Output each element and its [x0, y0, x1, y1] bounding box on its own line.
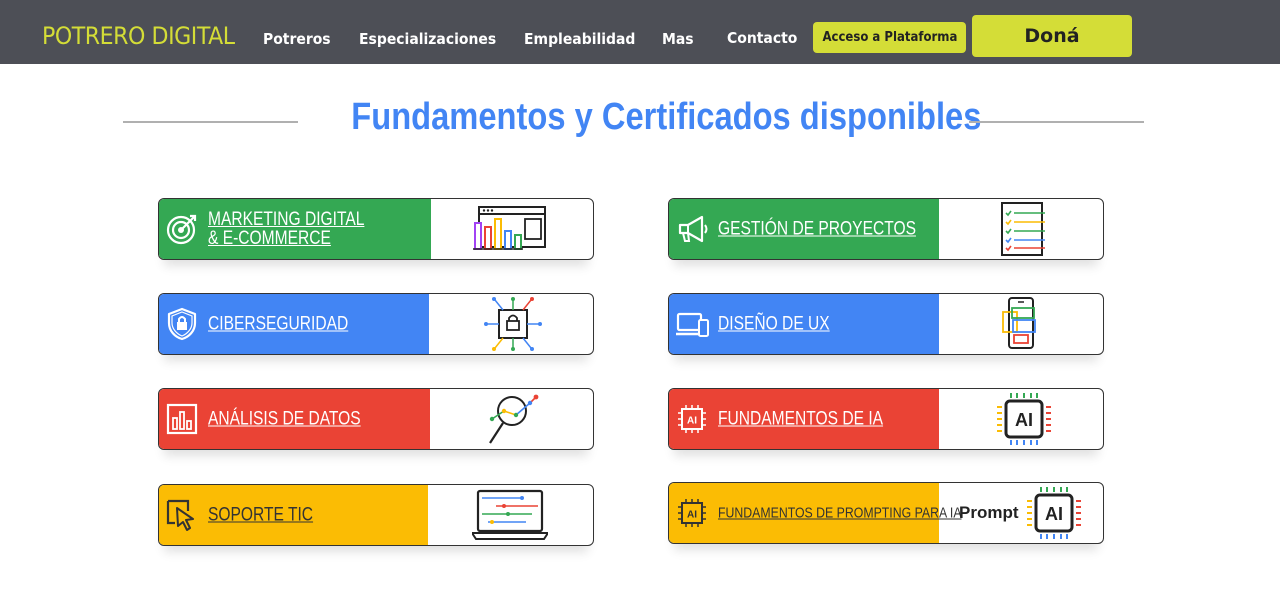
card-label[interactable]: FUNDAMENTOS DE IA [718, 410, 883, 429]
dashboard-illustration-icon [473, 206, 546, 250]
card-fundamentos-ia[interactable]: AI FUNDAMENTOS DE IA AI [668, 388, 1104, 450]
logo[interactable]: POTRERO DIGITAL [42, 22, 235, 50]
card-label[interactable]: DISEÑO DE UX [718, 315, 830, 334]
mobile-ux-illustration-icon [1002, 297, 1036, 349]
bar-chart-icon [166, 403, 198, 435]
ai-chip-illustration-icon: AI [997, 393, 1051, 445]
card-band: MARKETING DIGITAL & E-COMMERCE [159, 199, 431, 259]
card-illustration [430, 389, 593, 449]
card-band: GESTIÓN DE PROYECTOS [669, 199, 939, 259]
section-title: Fundamentos y Certificados disponibles [351, 96, 982, 138]
card-illustration [431, 199, 593, 259]
access-platform-button[interactable]: Acceso a Plataforma [813, 22, 966, 53]
target-icon [166, 214, 197, 245]
card-diseno-ux[interactable]: DISEÑO DE UX [668, 293, 1104, 355]
card-band: SOPORTE TIC [159, 485, 428, 545]
card-marketing-digital[interactable]: MARKETING DIGITAL & E-COMMERCE [158, 198, 594, 260]
card-illustration: AI [939, 389, 1103, 449]
navbar: POTRERO DIGITAL Potreros Especializacion… [0, 0, 1280, 64]
ai-badge-text: AI [1015, 410, 1033, 430]
card-analisis-datos[interactable]: ANÁLISIS DE DATOS [158, 388, 594, 450]
card-band: CIBERSEGURIDAD [159, 294, 429, 354]
svg-text:AI: AI [687, 510, 697, 521]
card-illustration [429, 294, 593, 354]
network-lock-illustration-icon [484, 297, 542, 351]
card-band: DISEÑO DE UX [669, 294, 939, 354]
nav-link-potreros[interactable]: Potreros [263, 30, 331, 48]
nav-link-contacto[interactable]: Contacto [727, 29, 797, 47]
checklist-illustration-icon [1001, 202, 1045, 256]
card-prompting-ia[interactable]: AI FUNDAMENTOS DE PROMPTING PARA IA Prom… [668, 482, 1104, 544]
card-label[interactable]: CIBERSEGURIDAD [208, 315, 348, 334]
nav-link-mas[interactable]: Mas [662, 30, 694, 48]
card-gestion-proyectos[interactable]: GESTIÓN DE PROYECTOS [668, 198, 1104, 260]
shield-lock-icon [167, 307, 197, 341]
nav-link-empleabilidad[interactable]: Empleabilidad [524, 30, 635, 48]
title-divider-left [123, 121, 298, 123]
card-illustration [939, 199, 1103, 259]
card-label[interactable]: FUNDAMENTOS DE PROMPTING PARA IA [718, 504, 962, 523]
card-band: AI FUNDAMENTOS DE IA [669, 389, 939, 449]
card-label[interactable]: SOPORTE TIC [208, 506, 313, 525]
card-band: ANÁLISIS DE DATOS [159, 389, 430, 449]
cursor-icon [166, 499, 194, 531]
ai-badge-text: AI [1045, 504, 1063, 524]
donate-button[interactable]: Doná [972, 15, 1132, 57]
nav-link-especializaciones[interactable]: Especializaciones [359, 30, 496, 48]
prompt-label: Prompt [959, 503, 1019, 522]
card-label[interactable]: ANÁLISIS DE DATOS [208, 410, 361, 429]
devices-icon [676, 312, 709, 337]
svg-text:AI: AI [687, 416, 697, 427]
card-label[interactable]: GESTIÓN DE PROYECTOS [718, 220, 916, 239]
card-illustration: Prompt AI [939, 483, 1103, 543]
card-illustration [939, 294, 1103, 354]
ai-chip-icon: AI [678, 499, 706, 527]
card-soporte-tic[interactable]: SOPORTE TIC [158, 484, 594, 546]
card-band: AI FUNDAMENTOS DE PROMPTING PARA IA [669, 483, 962, 543]
laptop-tech-illustration-icon [472, 489, 548, 540]
card-illustration [428, 485, 593, 545]
ai-chip-icon: AI [678, 405, 706, 433]
title-divider-right [969, 121, 1144, 123]
ai-chip-illustration-icon: AI [1027, 487, 1081, 539]
card-label[interactable]: MARKETING DIGITAL & E-COMMERCE [208, 210, 364, 248]
magnifier-data-illustration-icon [489, 394, 539, 444]
card-ciberseguridad[interactable]: CIBERSEGURIDAD [158, 293, 594, 355]
megaphone-icon [678, 215, 708, 243]
